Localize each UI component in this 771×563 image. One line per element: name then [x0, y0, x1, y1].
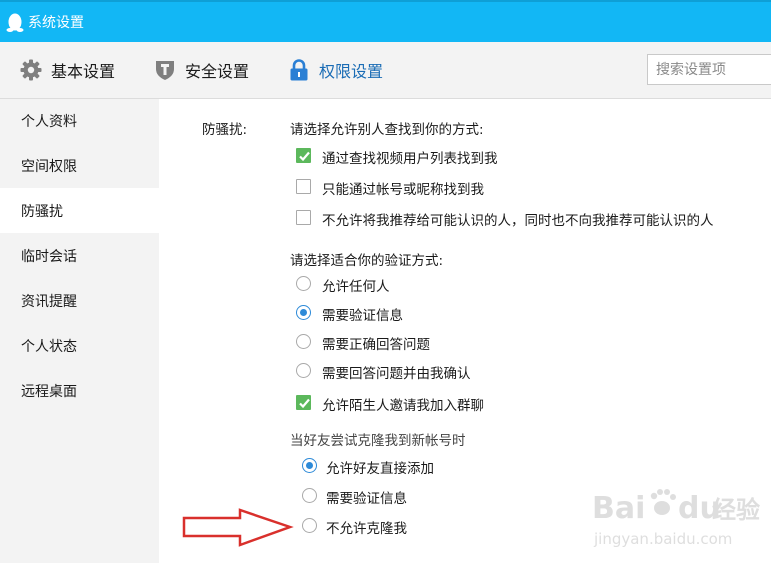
tab-basic-settings[interactable]: 基本设置 [19, 42, 115, 98]
sidebar-item-remote-desktop[interactable]: 远程桌面 [0, 368, 159, 413]
find-method-prompt: 请选择允许别人查找到你的方式: [290, 122, 484, 138]
sidebar-item-profile[interactable]: 个人资料 [0, 99, 159, 143]
gear-icon [20, 59, 42, 81]
find-option-label: 只能通过帐号或昵称找到我 [322, 182, 484, 198]
watermark-url: jingyan.baidu.com [593, 530, 732, 548]
sidebar-item-space-permission[interactable]: 空间权限 [0, 143, 159, 188]
verify-answer-confirm-radio[interactable] [296, 363, 311, 378]
verify-option-label: 需要正确回答问题 [322, 337, 430, 353]
clone-need-info-radio[interactable] [302, 488, 317, 503]
find-option-label: 通过查找视频用户列表找到我 [322, 151, 498, 167]
checkmark-icon [299, 151, 310, 162]
group-invite-checkbox[interactable] [296, 395, 311, 410]
watermark-brand: Bai [592, 491, 645, 526]
verify-need-info-radio[interactable] [296, 305, 311, 320]
find-option-account-only-checkbox[interactable] [296, 179, 311, 194]
watermark-cn: 经验 [712, 496, 760, 524]
sidebar-item-news-alerts[interactable]: 资讯提醒 [0, 278, 159, 323]
baidu-paw-logo: Bai du 经验 jingyan.baidu.com [592, 489, 760, 548]
title-bar: 系统设置 [0, 0, 771, 42]
shield-icon [156, 61, 174, 80]
tab-label: 权限设置 [319, 62, 384, 81]
sidebar-item-personal-status[interactable]: 个人状态 [0, 323, 159, 368]
lock-icon [290, 59, 308, 81]
sidebar: 个人资料 空间权限 防骚扰 临时会话 资讯提醒 个人状态 远程桌面 [0, 99, 159, 563]
group-invite-label: 允许陌生人邀请我加入群聊 [322, 398, 484, 414]
tab-label: 基本设置 [51, 62, 116, 81]
find-option-no-recommend-checkbox[interactable] [296, 210, 311, 225]
sidebar-item-anti-harassment[interactable]: 防骚扰 [0, 188, 159, 233]
penguin-icon [6, 13, 24, 32]
section-label: 防骚扰: [202, 122, 248, 138]
red-arrow-annotation [182, 508, 294, 547]
find-option-label: 不允许将我推荐给可能认识的人，同时也不向我推荐可能认识的人 [322, 213, 714, 229]
tab-permission-settings[interactable]: 权限设置 [287, 42, 383, 98]
find-option-video-list-checkbox[interactable] [296, 148, 311, 163]
verify-method-prompt: 请选择适合你的验证方式: [290, 253, 444, 269]
verify-option-label: 需要回答问题并由我确认 [322, 366, 471, 382]
clone-allow-direct-radio[interactable] [302, 458, 317, 473]
search-input[interactable] [647, 54, 771, 85]
tab-security-settings[interactable]: 安全设置 [153, 42, 249, 98]
baidu-jingyan-watermark: Bai du 经验 jingyan.baidu.com [590, 480, 770, 550]
clone-disallow-radio[interactable] [302, 518, 317, 533]
sidebar-item-temp-chat[interactable]: 临时会话 [0, 233, 159, 278]
clone-option-label: 需要验证信息 [326, 491, 407, 507]
window-title: 系统设置 [28, 15, 84, 31]
tab-label: 安全设置 [185, 62, 250, 81]
verify-answer-question-radio[interactable] [296, 334, 311, 349]
settings-tabs: 基本设置 安全设置 权限设置 [0, 42, 771, 99]
clone-option-label: 允许好友直接添加 [326, 461, 434, 477]
checkmark-icon [299, 398, 310, 409]
clone-prompt: 当好友尝试克隆我到新帐号时 [290, 433, 466, 449]
clone-option-label: 不允许克隆我 [326, 521, 407, 537]
verify-option-label: 需要验证信息 [322, 308, 403, 324]
verify-allow-anyone-radio[interactable] [296, 276, 311, 291]
verify-option-label: 允许任何人 [322, 279, 390, 295]
